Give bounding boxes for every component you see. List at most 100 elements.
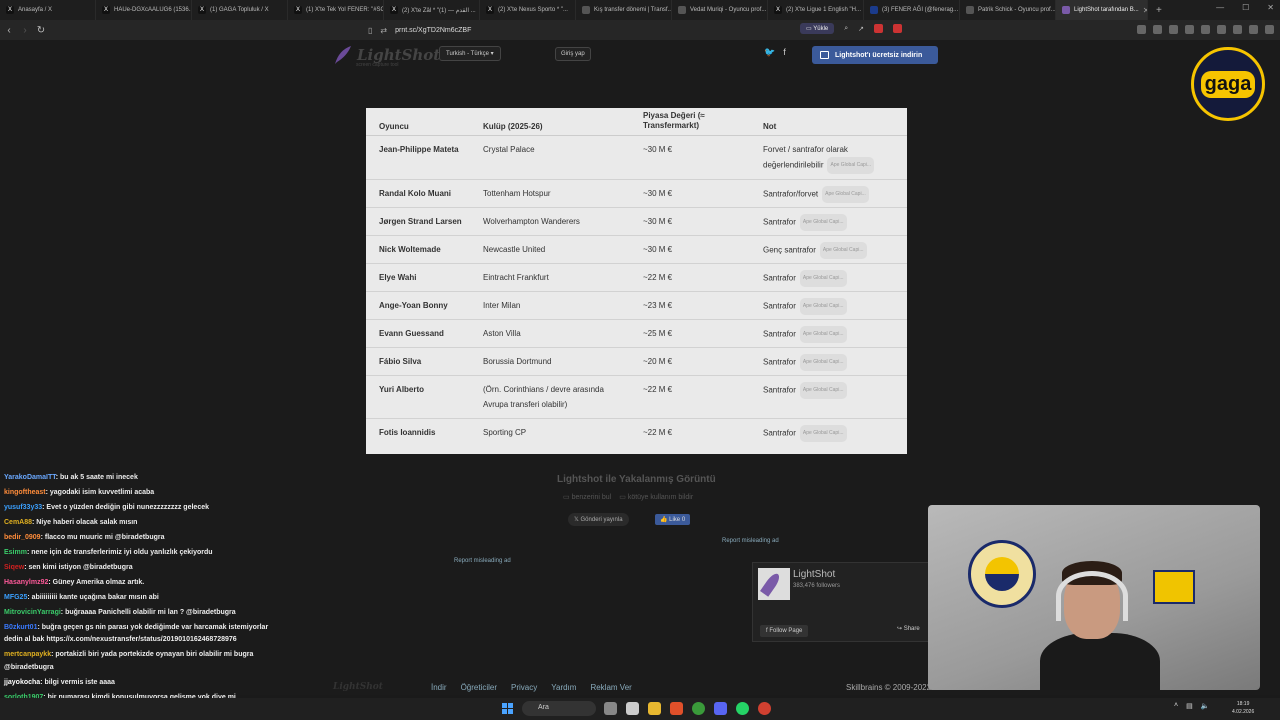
footer-link-tutorials[interactable]: Öğreticiler [461,683,497,692]
browser-tab[interactable]: X HAUe-DGXcAALUG6 (1536... [96,0,192,20]
forward-icon[interactable]: › [18,25,32,36]
chat-username[interactable]: Hasanylmz92 [4,579,48,586]
browser-tab[interactable]: Patrik Schick - Oyuncu prof... [960,0,1056,20]
footer-link-download[interactable]: İndir [431,683,447,692]
download-icon [820,51,829,59]
chat-username[interactable]: YarakoDamaITT [4,474,56,481]
market-value: ~22 M € [643,385,673,394]
close-window-icon[interactable]: ✕ [1267,3,1274,12]
chat-username[interactable]: jjayokocha [4,679,40,686]
back-icon[interactable]: ‹ [2,25,16,36]
screenshot-image[interactable]: Oyuncu Kulüp (2025-26) Piyasa Değeri (≈ … [366,108,907,454]
twitter-icon[interactable]: 🐦 [764,47,775,58]
chat-username[interactable]: yusuf33y33 [4,504,42,511]
footer-link-privacy[interactable]: Privacy [511,683,537,692]
widgets-icon[interactable] [626,702,639,715]
lightshot-logo[interactable]: LightShot screen capture tool [333,44,440,68]
browser-tab[interactable]: X (2) X'te Zâl * "القدم — (1) ... [384,0,480,20]
menu-icon[interactable] [1265,25,1274,34]
browser-tab[interactable]: X Anasayfa / X [0,0,96,20]
browser-tab[interactable]: Vedat Muriqi - Oyuncu prof... [672,0,768,20]
tab-label: (1) X'te Tek Yol FENER: "#SO... [306,7,384,13]
chat-username[interactable]: CemA88 [4,519,32,526]
follow-page-button[interactable]: f Follow Page [760,625,809,637]
minimize-icon[interactable]: — [1216,3,1224,12]
sidebar-icon[interactable] [1185,25,1194,34]
chat-text: : flacco mu muuric mi @biradetbugra [40,534,165,541]
tab-label: LightShot tarafından B... [1074,7,1139,13]
table-row: Elye Wahi Eintracht Frankfurt ~22 M € Santr… [366,264,907,292]
extension-icon[interactable] [1137,25,1146,34]
chat-message: @biradetbugra [4,664,54,671]
upload-button[interactable]: ▭ Yükle [800,23,835,34]
vpn-icon[interactable] [1233,25,1242,34]
report-ad-link[interactable]: Report misleading ad [722,538,779,544]
discord-icon[interactable] [714,702,727,715]
bookmark-icon[interactable]: ▯ [368,26,372,35]
url-field[interactable]: ▯ ⇄ prnt.sc/XgTD2Nm6cZBF [368,26,471,35]
chat-username[interactable]: MFG25 [4,594,27,601]
browser-tab[interactable]: X (2) X'te Nexus Sporto * "... [480,0,576,20]
browser-tab[interactable]: (3) FENER AĞI (@fenerag... [864,0,960,20]
ape-global-tag: Ape Global Capi... [827,157,875,174]
tray-chevron-icon[interactable]: ˄ [1174,702,1178,710]
player-name: Randal Kolo Muani [379,189,451,198]
language-select[interactable]: Turkish - Türkçe ▾ [439,46,501,61]
url-text[interactable]: prnt.sc/XgTD2Nm6cZBF [395,27,471,34]
site-info-icon[interactable]: ⇄ [380,26,387,35]
browser-tab[interactable]: X (1) X'te Tek Yol FENER: "#SO... [288,0,384,20]
report-abuse-link[interactable]: ▭ kötüye kullanım bildir [619,493,693,501]
zoom-icon[interactable]: ⌕ [844,25,848,33]
whatsapp-icon[interactable] [736,702,749,715]
chat-username[interactable]: B0zkurt01 [4,624,37,631]
brave-icon[interactable] [670,702,683,715]
chat-username[interactable]: MitrovicinYarragi [4,609,61,616]
chrome-icon[interactable] [692,702,705,715]
start-icon[interactable] [502,703,513,714]
footer-link-help[interactable]: Yardım [551,683,576,692]
note-text: Santrafor [763,273,796,283]
chat-username[interactable]: Siqew [4,564,24,571]
wallet-icon[interactable] [1201,25,1210,34]
download-button[interactable]: Lightshot'ı ücretsiz indirin [812,46,938,64]
ape-global-tag: Ape Global Capi... [799,270,847,287]
browser-tab[interactable]: LightShot tarafından B...✕ [1056,0,1148,20]
fb-like-button[interactable]: 👍 Like 0 [655,514,691,525]
chat-username[interactable]: mertcanpaykk [4,651,51,658]
file-explorer-icon[interactable] [648,702,661,715]
share-icon[interactable]: ↗ [858,25,864,33]
clock-time: 18:19 [1236,701,1250,707]
volume-icon[interactable]: 🔈 [1201,702,1210,710]
music-icon[interactable] [1169,25,1178,34]
browser-tab[interactable]: Kış transfer dönemi | Transf... [576,0,672,20]
extension-icon[interactable] [1217,25,1226,34]
lightshot-page-avatar[interactable] [758,568,790,600]
brave-rewards-icon[interactable] [893,24,903,33]
taskbar-search[interactable]: Ara [522,701,596,716]
maximize-icon[interactable]: ☐ [1242,3,1249,12]
chat-username[interactable]: bedir_0909 [4,534,41,541]
fb-share-button[interactable]: ↪ Share [897,625,920,632]
browser-tab[interactable]: X (2) X'te Ligue 1 English "H... [768,0,864,20]
chat-text: : yagodaki isim kuvvetlimi acaba [45,489,155,496]
fb-page-name[interactable]: LightShot [793,569,835,580]
share-x-button[interactable]: 𝕏 Gönderi yayınla [568,513,629,526]
chat-username[interactable]: kingoftheast [4,489,46,496]
browser-tab[interactable]: X (1) GAGA Topluluk / X [192,0,288,20]
transfermarkt-icon [966,6,974,14]
chat-username[interactable]: Esimm [4,549,27,556]
login-button[interactable]: Giriş yap [555,47,591,61]
brave-shield-icon[interactable] [874,24,884,33]
profile-icon[interactable] [1249,25,1258,34]
report-ad-link[interactable]: Report misleading ad [454,558,511,564]
extension-icon[interactable] [1153,25,1162,34]
facebook-icon[interactable]: f [783,47,786,58]
footer-link-advertise[interactable]: Reklam Ver [590,683,631,692]
task-view-icon[interactable] [604,702,617,715]
reload-icon[interactable]: ↻ [34,25,48,36]
clock[interactable]: 18:19 4.02.2026 [1232,700,1254,716]
find-similar-link[interactable]: ▭ benzerini bul [563,493,611,501]
chrome-icon[interactable] [758,702,771,715]
new-tab-button[interactable]: + [1148,5,1170,16]
network-icon[interactable]: ▤ [1186,702,1193,710]
